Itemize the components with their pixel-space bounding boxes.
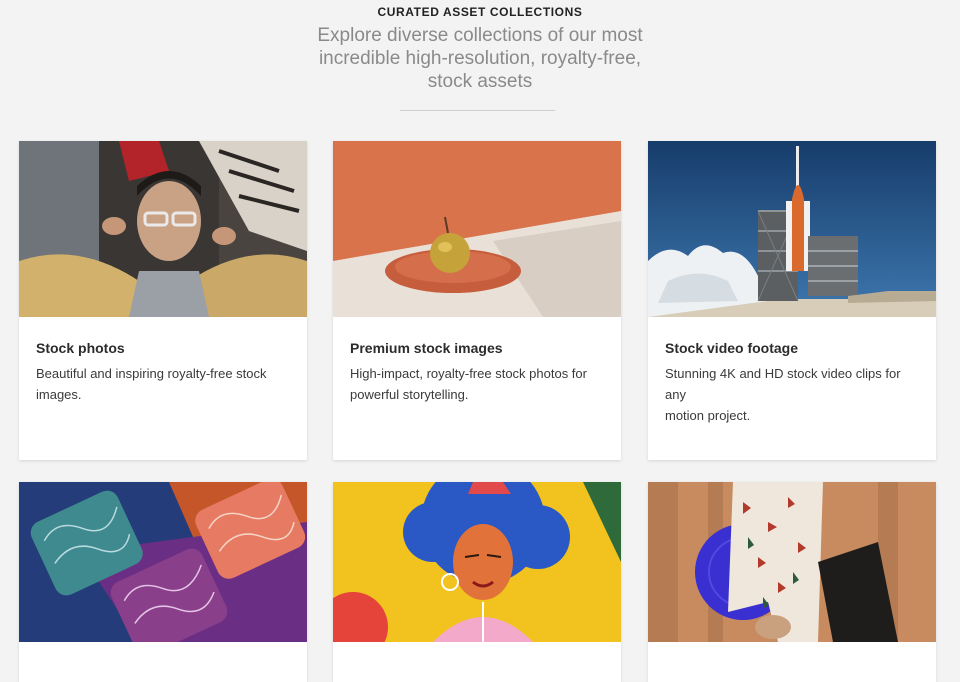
card-image-phone-cases	[19, 482, 307, 642]
card-image-stock-photos	[19, 141, 307, 317]
card-description-line: Stunning 4K and HD stock video clips for…	[665, 366, 901, 402]
section-eyebrow: CURATED ASSET COLLECTIONS	[377, 5, 583, 19]
card-image-vinyl-record	[648, 482, 936, 642]
section-divider	[400, 110, 555, 111]
card-description-line: motion project.	[665, 408, 751, 423]
card-image-illustration	[333, 482, 621, 642]
card-title: Stock photos	[36, 340, 125, 356]
card-description-line: High-impact, royalty-free stock photos f…	[350, 366, 587, 381]
card-description-line: images.	[36, 387, 82, 402]
collection-card-4[interactable]	[19, 482, 307, 682]
collection-card-5[interactable]	[333, 482, 621, 682]
card-image-stock-video-footage	[648, 141, 936, 317]
card-title: Premium stock images	[350, 340, 503, 356]
card-title: Stock video footage	[665, 340, 799, 356]
card-description-line: powerful storytelling.	[350, 387, 469, 402]
card-description: High-impact, royalty-free stock photos f…	[350, 363, 600, 405]
subtitle-line: incredible high-resolution, royalty-free…	[318, 48, 642, 69]
collection-card-premium-stock-images[interactable]: Premium stock images High-impact, royalt…	[333, 141, 621, 460]
card-image-premium-stock-images	[333, 141, 621, 317]
collection-card-6[interactable]	[648, 482, 936, 682]
card-description-line: Beautiful and inspiring royalty-free sto…	[36, 366, 267, 381]
collection-card-stock-photos[interactable]: Stock photos Beautiful and inspiring roy…	[19, 141, 307, 460]
collection-card-stock-video-footage[interactable]: Stock video footage Stunning 4K and HD s…	[648, 141, 936, 460]
section-subtitle: Explore diverse collections of our most …	[280, 24, 680, 93]
subtitle-line: stock assets	[427, 71, 533, 92]
card-description: Beautiful and inspiring royalty-free sto…	[36, 363, 286, 405]
subtitle-line: Explore diverse collections of our most	[317, 25, 643, 46]
card-description: Stunning 4K and HD stock video clips for…	[665, 363, 915, 426]
